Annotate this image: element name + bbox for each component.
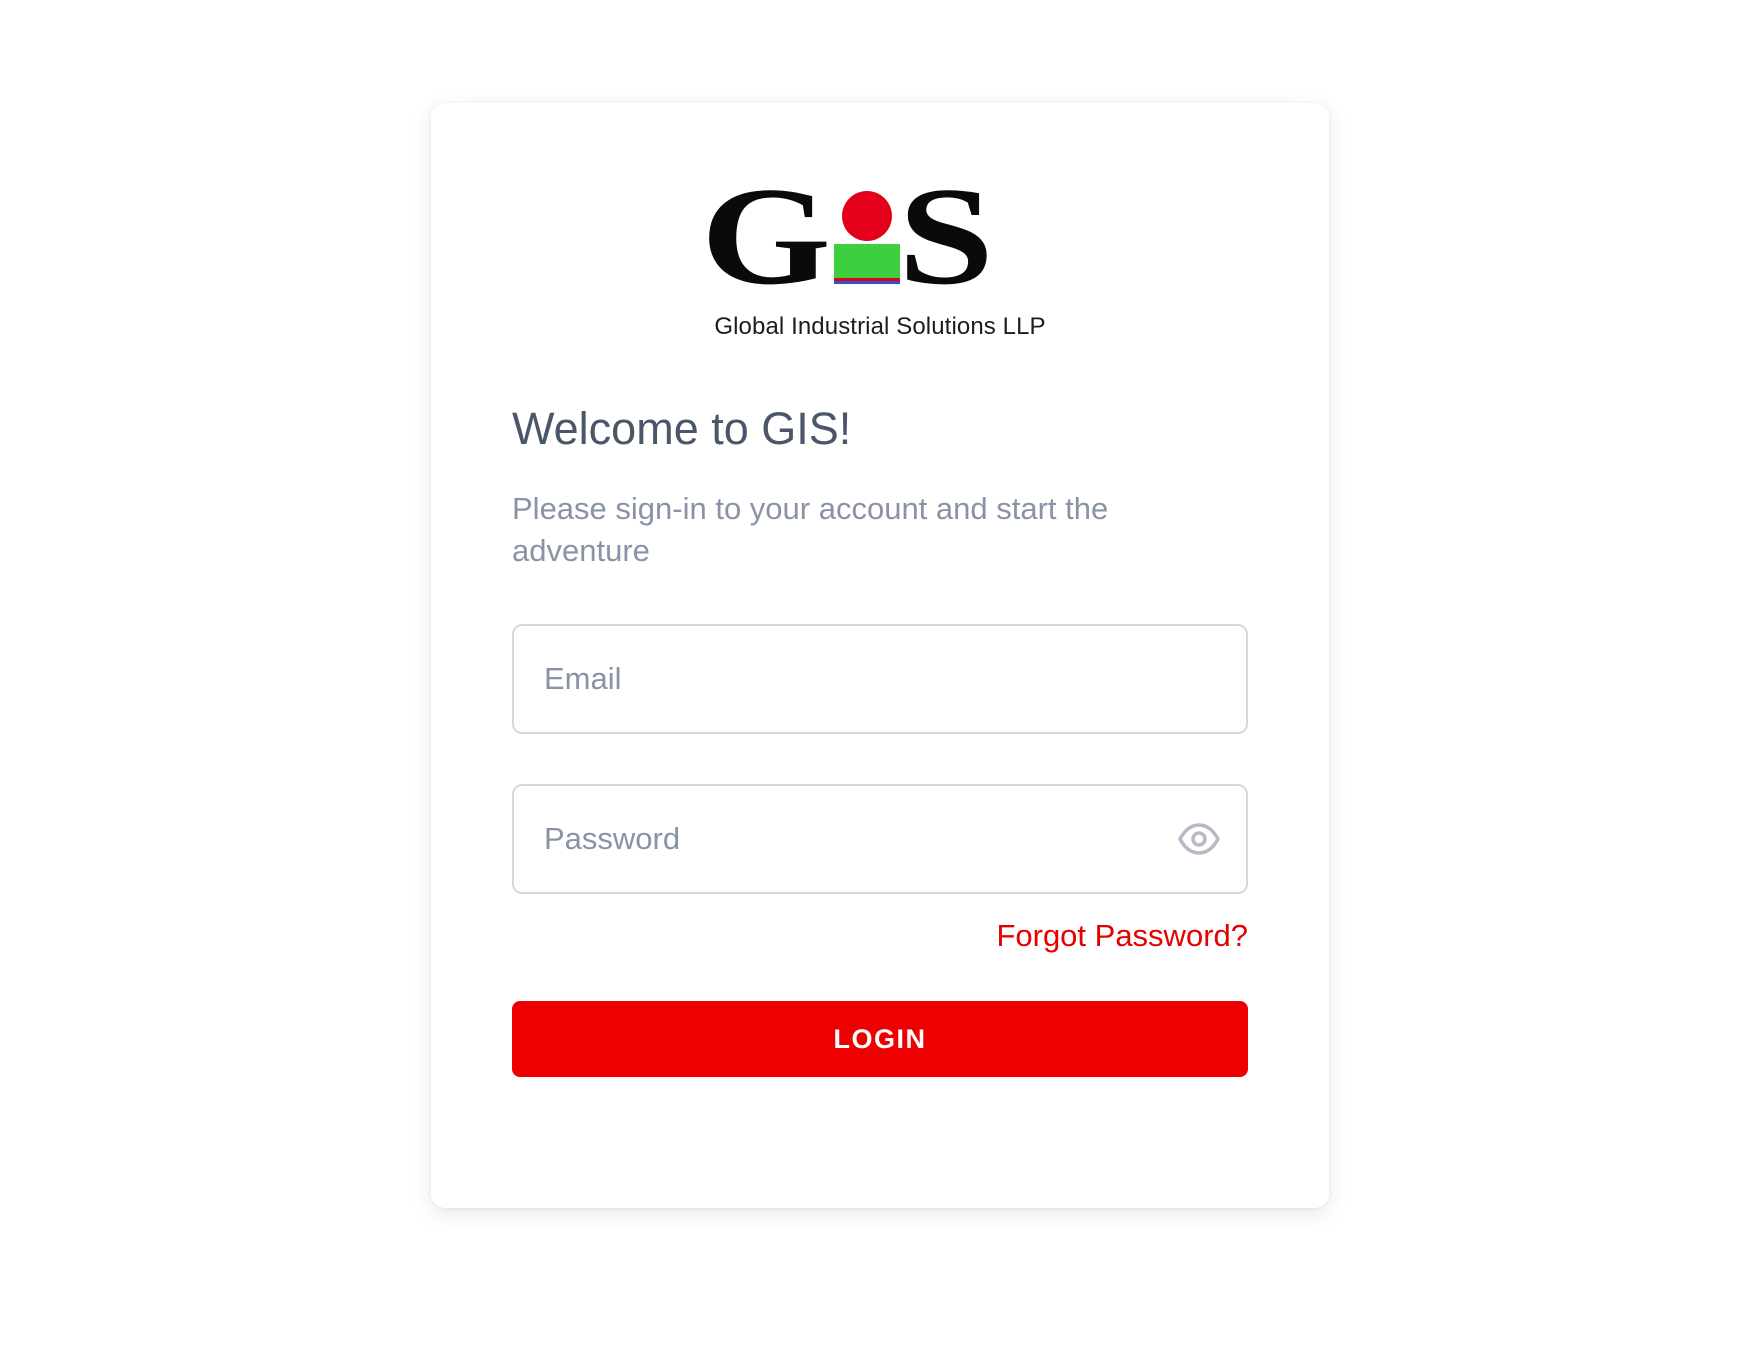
- svg-text:S: S: [898, 173, 994, 313]
- svg-text:G: G: [701, 173, 831, 313]
- login-card: G S Global Industrial Solutions LLP Welc…: [431, 103, 1329, 1208]
- company-logo: G S Global Industrial Solutions LLP: [701, 173, 1059, 353]
- company-name: Global Industrial Solutions LLP: [714, 313, 1046, 340]
- password-field: [512, 784, 1248, 894]
- forgot-password-link[interactable]: Forgot Password?: [996, 918, 1248, 954]
- welcome-subtitle: Please sign-in to your account and start…: [512, 491, 1109, 568]
- gis-logo-mark: G S: [701, 173, 994, 313]
- login-button[interactable]: LOGIN: [512, 1001, 1248, 1077]
- welcome-title: Welcome to GIS!: [512, 403, 852, 454]
- eye-icon[interactable]: [1178, 821, 1220, 857]
- password-input[interactable]: [544, 786, 1164, 892]
- email-field: [512, 624, 1248, 734]
- email-input[interactable]: [544, 626, 1164, 732]
